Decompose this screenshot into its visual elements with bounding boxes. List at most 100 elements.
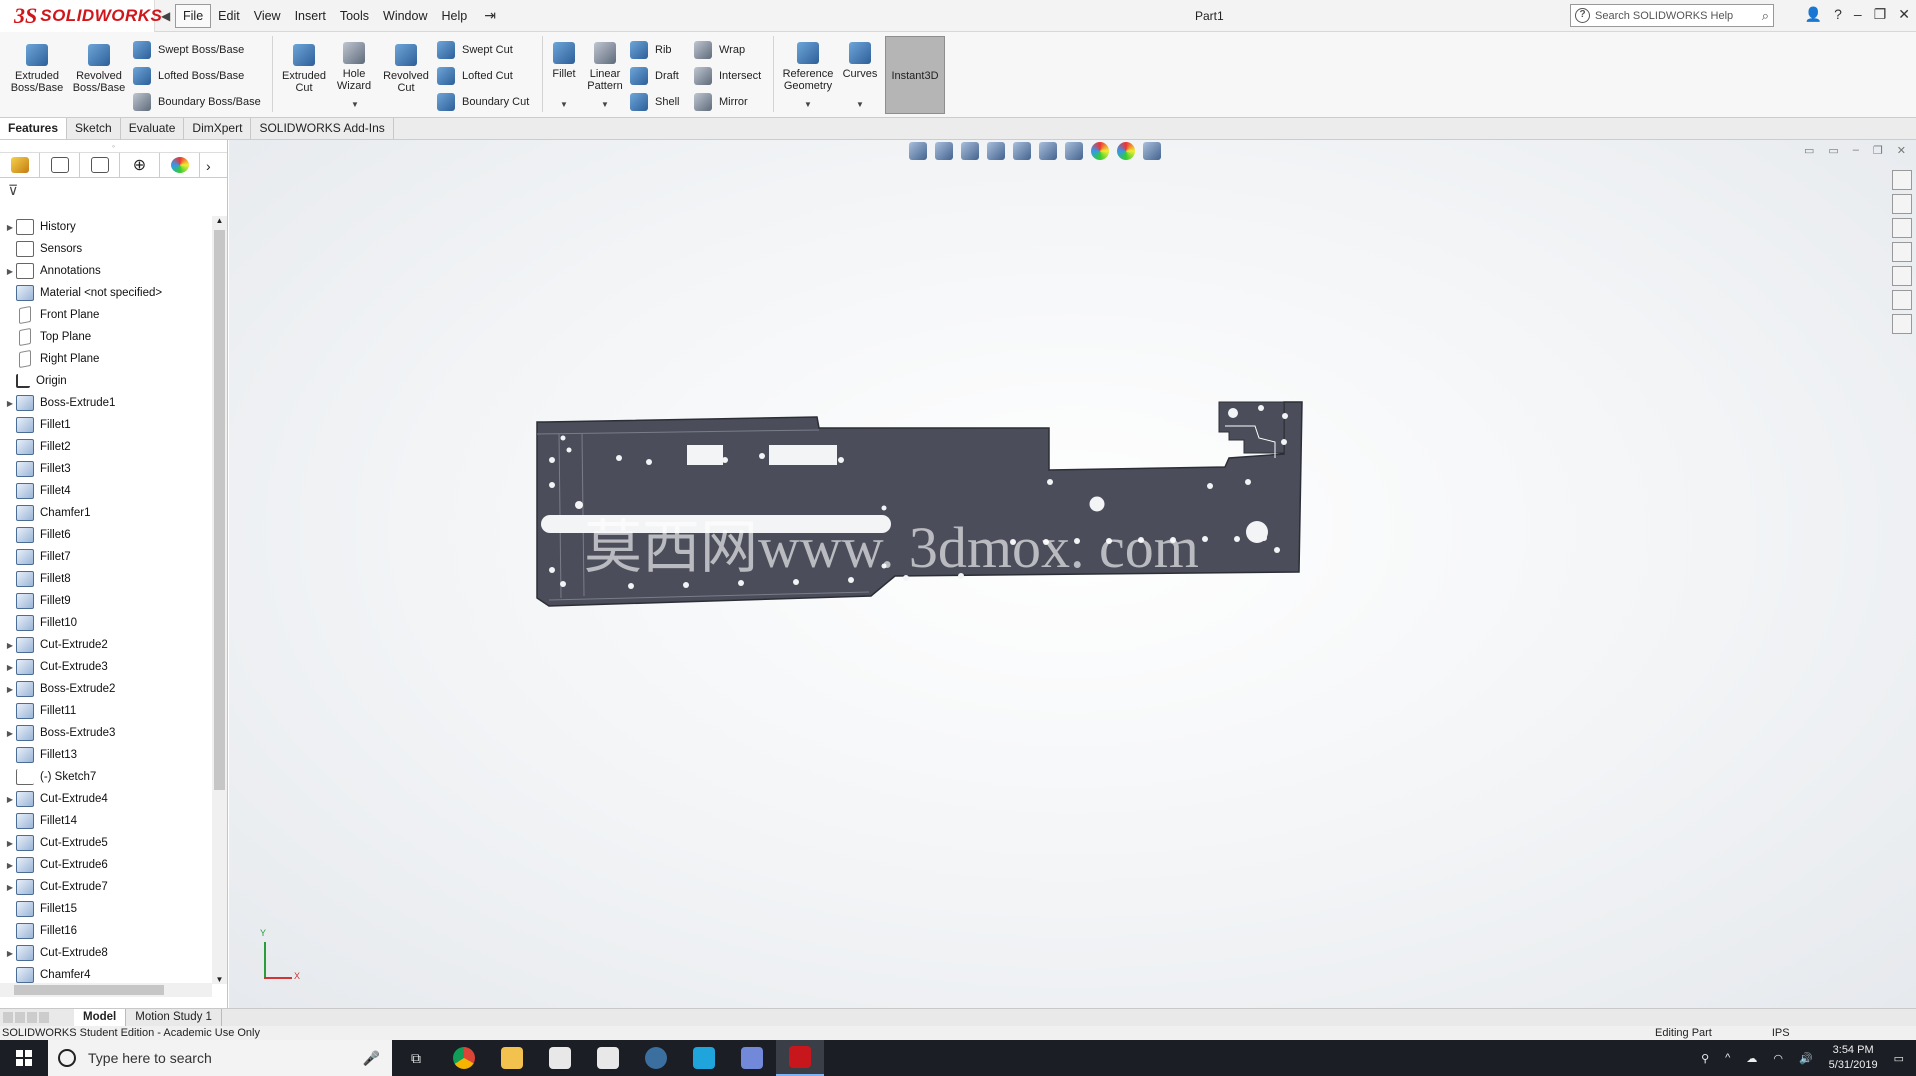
store-app[interactable] xyxy=(584,1040,632,1076)
panel-grip[interactable]: ◦ xyxy=(0,140,227,152)
minimize-icon[interactable]: – xyxy=(1854,6,1862,23)
tree-item[interactable]: ▶ Annotations xyxy=(0,260,212,282)
shell-button[interactable]: Shell xyxy=(630,93,679,111)
tree-item[interactable]: Origin xyxy=(0,370,212,392)
tree-item[interactable]: ▶ Boss-Extrude2 xyxy=(0,678,212,700)
tree-item[interactable]: ▶ Cut-Extrude6 xyxy=(0,854,212,876)
tree-item[interactable]: Fillet14 xyxy=(0,810,212,832)
tree-item[interactable]: ▶ Boss-Extrude1 xyxy=(0,392,212,414)
task-view-button[interactable]: ⧉ xyxy=(392,1040,440,1076)
menu-item-view[interactable]: View xyxy=(247,5,288,27)
expand-arrow-icon[interactable]: ▶ xyxy=(0,267,16,276)
close-icon[interactable]: ✕ xyxy=(1898,6,1910,23)
intersect-button[interactable]: Intersect xyxy=(694,67,761,85)
tree-item[interactable]: (-) Sketch7 xyxy=(0,766,212,788)
instant3d-button[interactable]: Instant3D xyxy=(885,36,945,114)
menu-item-insert[interactable]: Insert xyxy=(288,5,333,27)
extruded-cut-button[interactable]: Extruded Cut xyxy=(278,44,330,94)
file-explorer-app[interactable] xyxy=(488,1040,536,1076)
expand-arrow-icon[interactable]: ▶ xyxy=(0,883,16,892)
tree-item[interactable]: Fillet11 xyxy=(0,700,212,722)
tree-item[interactable]: Fillet9 xyxy=(0,590,212,612)
tab-solidworks-add-ins[interactable]: SOLIDWORKS Add-Ins xyxy=(251,118,394,139)
tab-scroll-arrows[interactable] xyxy=(0,1009,74,1026)
expand-arrow-icon[interactable]: ▶ xyxy=(0,839,16,848)
menu-item-file[interactable]: File xyxy=(175,3,212,28)
tree-item[interactable]: Material <not specified> xyxy=(0,282,212,304)
expand-arrow-icon[interactable]: ▶ xyxy=(0,663,16,672)
lofted-boss-button[interactable]: Lofted Boss/Base xyxy=(133,67,244,85)
linear-pattern-dropdown-icon[interactable]: ▼ xyxy=(601,100,609,109)
tree-item[interactable]: Fillet8 xyxy=(0,568,212,590)
search-icon[interactable]: ⌕ xyxy=(1762,8,1769,24)
solidworks-logo[interactable]: 3S SOLIDWORKS xyxy=(0,0,162,32)
taskbar-search-input[interactable]: Type here to search 🎤 xyxy=(48,1040,392,1076)
tree-item[interactable]: ▶ Cut-Extrude2 xyxy=(0,634,212,656)
curves-dropdown-icon[interactable]: ▼ xyxy=(856,100,864,109)
microphone-icon[interactable]: 🎤 xyxy=(363,1050,380,1067)
tree-item[interactable]: ▶ Boss-Extrude3 xyxy=(0,722,212,744)
tree-item[interactable]: ▶ Cut-Extrude7 xyxy=(0,876,212,898)
expand-arrow-icon[interactable]: ▶ xyxy=(0,861,16,870)
steam-app[interactable] xyxy=(632,1040,680,1076)
menu-item-help[interactable]: Help xyxy=(435,5,475,27)
boundary-cut-button[interactable]: Boundary Cut xyxy=(437,93,529,111)
revolved-boss-button[interactable]: Revolved Boss/Base xyxy=(70,44,128,94)
property-manager-tab[interactable] xyxy=(40,153,80,177)
expand-arrow-icon[interactable]: ▶ xyxy=(0,399,16,408)
tree-item[interactable]: Fillet15 xyxy=(0,898,212,920)
scroll-thumb[interactable] xyxy=(14,985,164,995)
expand-arrow-icon[interactable]: ▶ xyxy=(0,223,16,232)
chrome-app[interactable] xyxy=(440,1040,488,1076)
display-manager-tab[interactable] xyxy=(160,153,200,177)
reference-geometry-dropdown-icon[interactable]: ▼ xyxy=(804,100,812,109)
menu-item-window[interactable]: Window xyxy=(376,5,434,27)
tree-item[interactable]: Fillet4 xyxy=(0,480,212,502)
scroll-thumb[interactable] xyxy=(214,230,225,790)
dimxpert-manager-tab[interactable]: ⊕ xyxy=(120,153,160,177)
expand-arrow-icon[interactable]: ▶ xyxy=(0,949,16,958)
tree-item[interactable]: ▶ Cut-Extrude3 xyxy=(0,656,212,678)
mail-app[interactable] xyxy=(536,1040,584,1076)
start-button[interactable] xyxy=(0,1040,48,1076)
tree-item[interactable]: Fillet3 xyxy=(0,458,212,480)
lofted-cut-button[interactable]: Lofted Cut xyxy=(437,67,513,85)
swept-boss-button[interactable]: Swept Boss/Base xyxy=(133,41,244,59)
tree-item[interactable]: Top Plane xyxy=(0,326,212,348)
configuration-manager-tab[interactable] xyxy=(80,153,120,177)
extruded-boss-button[interactable]: Extruded Boss/Base xyxy=(8,44,66,94)
tree-item[interactable]: ▶ History xyxy=(0,216,212,238)
tree-item[interactable]: Fillet1 xyxy=(0,414,212,436)
tree-item[interactable]: ▶ Cut-Extrude4 xyxy=(0,788,212,810)
tree-item[interactable]: ▶ Cut-Extrude8 xyxy=(0,942,212,964)
people-icon[interactable]: ⚲ xyxy=(1701,1052,1709,1065)
tree-item[interactable]: Fillet13 xyxy=(0,744,212,766)
tree-item[interactable]: Fillet6 xyxy=(0,524,212,546)
revolved-cut-button[interactable]: Revolved Cut xyxy=(378,44,434,94)
tree-item[interactable]: ▶ Cut-Extrude5 xyxy=(0,832,212,854)
curves-button[interactable]: Curves xyxy=(840,42,880,80)
tree-item[interactable]: Fillet10 xyxy=(0,612,212,634)
bottom-tab-model[interactable]: Model xyxy=(74,1009,127,1026)
tree-item[interactable]: Fillet16 xyxy=(0,920,212,942)
expand-arrow-icon[interactable]: ▶ xyxy=(0,641,16,650)
mirror-button[interactable]: Mirror xyxy=(694,93,748,111)
draft-button[interactable]: Draft xyxy=(630,67,679,85)
help-search-input[interactable]: ? Search SOLIDWORKS Help ⌕ xyxy=(1570,4,1774,27)
fillet-button[interactable]: Fillet xyxy=(548,42,580,80)
scroll-down-icon[interactable]: ▼ xyxy=(212,975,227,984)
logitech-app[interactable] xyxy=(680,1040,728,1076)
scroll-up-icon[interactable]: ▲ xyxy=(212,216,227,225)
expand-arrow-icon[interactable]: ▶ xyxy=(0,685,16,694)
restore-icon[interactable]: ❐ xyxy=(1874,6,1887,23)
filter-icon[interactable]: ⊽ xyxy=(0,178,227,202)
feature-manager-tab[interactable] xyxy=(0,153,40,177)
tree-horizontal-scrollbar[interactable] xyxy=(0,983,212,997)
expand-arrow-icon[interactable]: ▶ xyxy=(0,795,16,804)
onedrive-icon[interactable]: ☁ xyxy=(1746,1052,1757,1065)
menu-item-tools[interactable]: Tools xyxy=(333,5,376,27)
swept-cut-button[interactable]: Swept Cut xyxy=(437,41,513,59)
pin-icon[interactable]: ⇥ xyxy=(484,7,496,24)
menu-collapse-arrow-icon[interactable]: ◀ xyxy=(161,9,175,23)
boundary-boss-button[interactable]: Boundary Boss/Base xyxy=(133,93,261,111)
